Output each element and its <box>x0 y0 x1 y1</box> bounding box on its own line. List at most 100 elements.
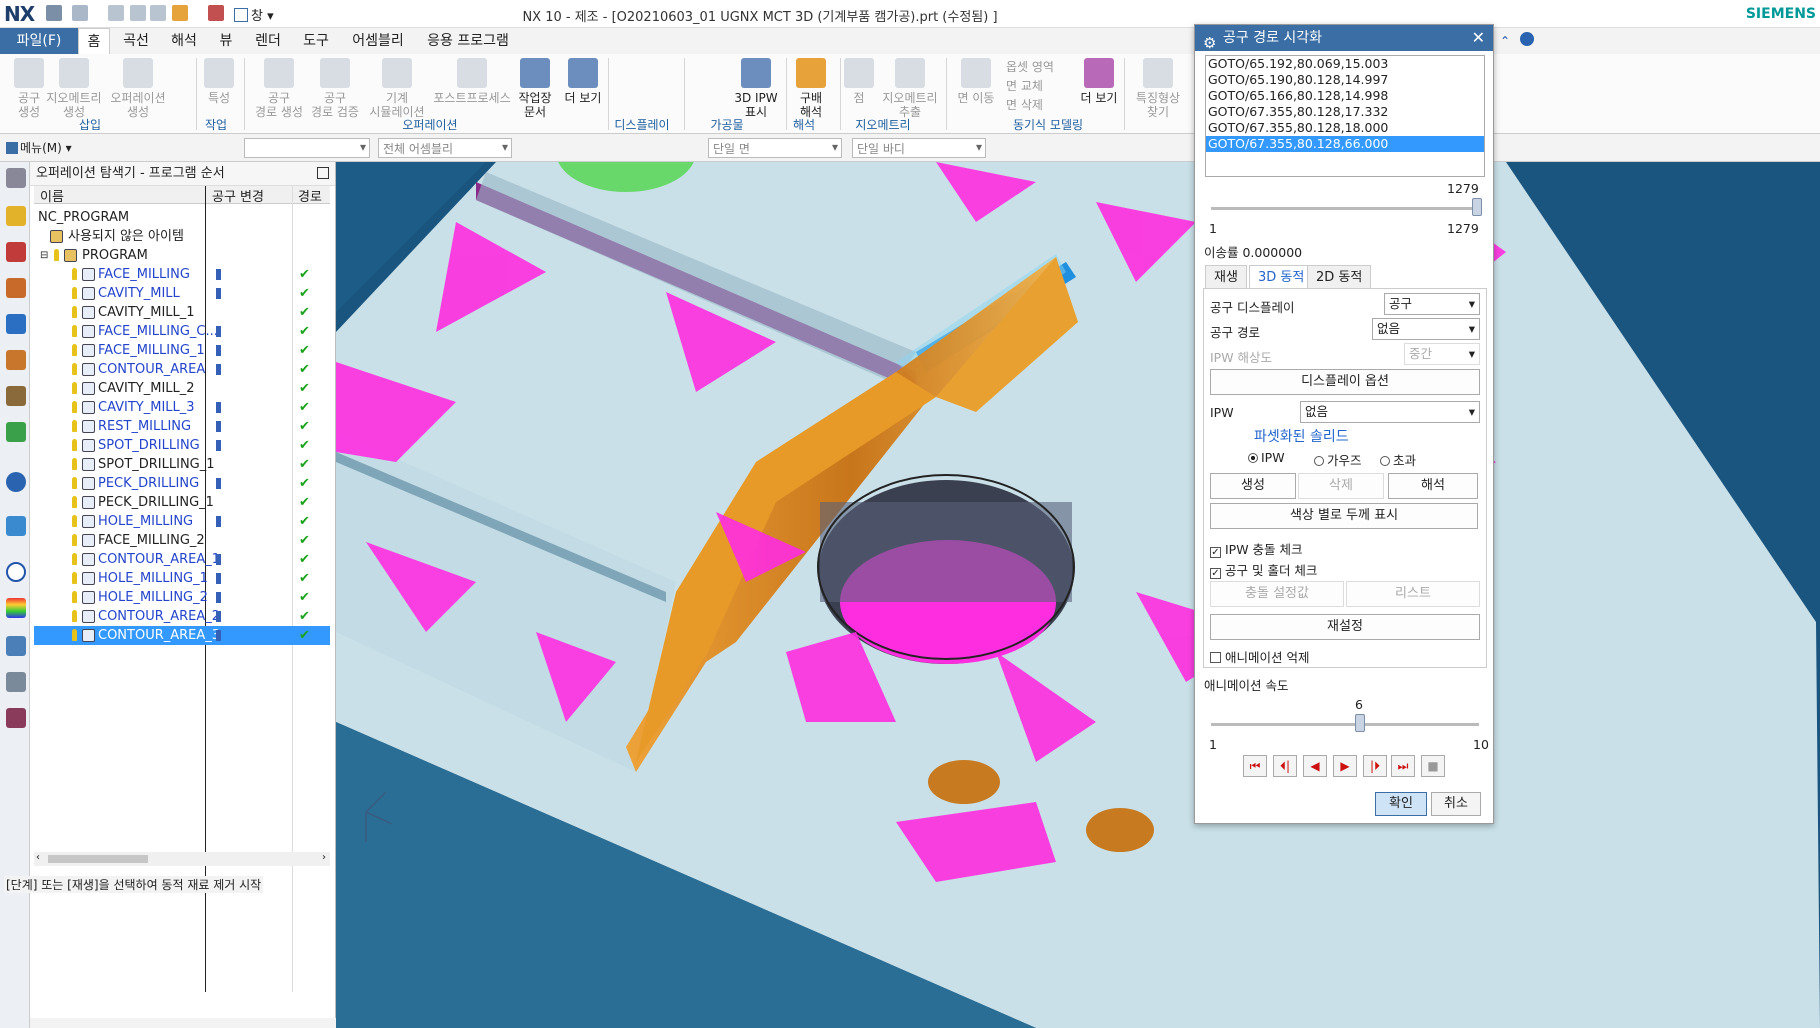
more-button-2[interactable]: 더 보기 <box>1076 58 1122 105</box>
operation-row[interactable]: FACE_MILLING_1 ✔ <box>34 341 330 360</box>
speed-slider-track[interactable] <box>1211 723 1479 726</box>
radio-ipw[interactable]: IPW <box>1248 450 1285 465</box>
find-features-button[interactable]: 특징형상 찾기 <box>1128 58 1188 119</box>
speed-slider-thumb[interactable] <box>1354 714 1365 732</box>
tool-holder-check[interactable]: ✓ 공구 및 홀더 체크 <box>1210 560 1317 579</box>
goto-list-item[interactable]: GOTO/65.166,80.128,14.998 <box>1206 88 1484 104</box>
tab-assembly[interactable]: 어셈블리 <box>346 28 410 54</box>
motion-slider-thumb[interactable] <box>1472 198 1482 216</box>
tab-analysis[interactable]: 해석 <box>164 28 204 54</box>
roles-icon[interactable] <box>6 708 26 728</box>
play-reverse-icon[interactable]: ◀ <box>1303 755 1327 777</box>
create-button[interactable]: 생성 <box>1210 473 1296 499</box>
tab-replay[interactable]: 재생 <box>1205 265 1247 289</box>
replace-face-button[interactable]: 면 교체 <box>1006 77 1054 96</box>
reuse-library-icon[interactable] <box>6 386 26 406</box>
draft-analysis-button[interactable]: 구배 해석 <box>786 58 836 119</box>
ribbon-collapse-icon[interactable]: ⌃ <box>1500 34 1510 48</box>
goto-list-item[interactable]: GOTO/67.355,80.128,66.000 <box>1206 136 1484 152</box>
operation-row[interactable]: HOLE_MILLING ✔ <box>34 512 330 531</box>
list-button[interactable]: 리스트 <box>1346 581 1480 607</box>
step-back-icon[interactable]: ⏴| <box>1273 755 1297 777</box>
settings-icon[interactable] <box>6 168 26 188</box>
tool-path-select[interactable]: 없음 <box>1372 318 1480 340</box>
collision-settings-button[interactable]: 충돌 설정값 <box>1210 581 1344 607</box>
extract-geometry-button[interactable]: 지오메트리 추출 <box>878 58 942 119</box>
delete-face-button[interactable]: 면 삭제 <box>1006 96 1054 115</box>
tab-2d-dynamic[interactable]: 2D 동적 <box>1307 265 1372 289</box>
create-operation-button[interactable]: 오퍼레이션 생성 <box>108 58 168 119</box>
operation-row[interactable]: CAVITY_MILL_1 ✔ <box>34 303 330 322</box>
operation-row[interactable]: CAVITY_MILL_2 ✔ <box>34 379 330 398</box>
radio-gouge[interactable]: 가우즈 <box>1314 450 1362 469</box>
goto-list-item[interactable]: GOTO/65.190,80.128,14.997 <box>1206 72 1484 88</box>
tab-view[interactable]: 뷰 <box>214 28 238 54</box>
operation-row[interactable]: FACE_MILLING ✔ <box>34 265 330 284</box>
process-studio-icon[interactable] <box>6 636 26 656</box>
operation-row[interactable]: CONTOUR_AREA_1 ✔ <box>34 550 330 569</box>
tab-curve[interactable]: 곡선 <box>118 28 154 54</box>
tool-display-select[interactable]: 공구 <box>1384 293 1480 315</box>
operation-row[interactable]: CONTOUR_AREA_2 ✔ <box>34 607 330 626</box>
help-icon[interactable] <box>1520 32 1534 46</box>
operation-row[interactable]: SPOT_DRILLING_1 ✔ <box>34 455 330 474</box>
manufacturing-wizard-icon[interactable] <box>6 672 26 692</box>
point-button[interactable]: 점 <box>834 58 884 105</box>
assembly-navigator-icon[interactable] <box>6 206 26 226</box>
tree-root[interactable]: NC_PROGRAM <box>34 208 330 227</box>
goto-list-item[interactable]: GOTO/67.355,80.128,17.332 <box>1206 104 1484 120</box>
goto-list-item[interactable]: GOTO/67.355,80.128,18.000 <box>1206 120 1484 136</box>
goto-list[interactable]: GOTO/65.192,80.069,15.003 GOTO/65.190,80.… <box>1205 55 1485 177</box>
clock-icon[interactable] <box>6 562 26 582</box>
tab-home[interactable]: 홈 <box>78 28 110 54</box>
more-button-1[interactable]: 더 보기 <box>560 58 606 105</box>
type-filter-combo[interactable] <box>244 138 370 158</box>
ipw-resolution-select[interactable]: 중간 <box>1404 343 1480 365</box>
operation-row[interactable]: CONTOUR_AREA ✔ <box>34 360 330 379</box>
horizontal-scrollbar[interactable]: ‹ › <box>34 852 330 866</box>
operation-row[interactable]: SPOT_DRILLING ✔ <box>34 436 330 455</box>
history-icon[interactable] <box>6 516 26 536</box>
column-tool-change[interactable]: 공구 변경 <box>212 186 264 205</box>
tree-unused-items[interactable]: 사용되지 않은 아이템 <box>34 227 330 246</box>
analyze-button[interactable]: 해석 <box>1388 473 1478 499</box>
part-navigator-icon[interactable] <box>6 278 26 298</box>
system-materials-icon[interactable] <box>6 598 26 618</box>
shop-doc-button[interactable]: 작업장 문서 <box>512 58 558 119</box>
ipw-select[interactable]: 없음 <box>1300 401 1480 423</box>
machine-tool-navigator-icon[interactable] <box>6 350 26 370</box>
tab-3d-dynamic[interactable]: 3D 동적 <box>1249 265 1314 289</box>
create-geometry-button[interactable]: 지오메트리 생성 <box>44 58 104 119</box>
operation-row[interactable]: CONTOUR_AREA_3 ✔ <box>34 626 330 645</box>
tab-applications[interactable]: 응용 프로그램 <box>420 28 516 54</box>
offset-region-button[interactable]: 옵셋 영역 <box>1006 58 1054 77</box>
scroll-left-icon[interactable]: ‹ <box>36 852 40 863</box>
operation-row[interactable]: HOLE_MILLING_1 ✔ <box>34 569 330 588</box>
tab-file[interactable]: 파일(F) <box>0 28 78 54</box>
column-path[interactable]: 경로 <box>298 186 322 205</box>
play-icon[interactable]: ▶ <box>1333 755 1357 777</box>
generate-toolpath-button[interactable]: 공구 경로 생성 <box>250 58 308 119</box>
assembly-filter-combo[interactable]: 전체 어셈블리 <box>378 138 512 158</box>
column-name[interactable]: 이름 <box>40 186 64 205</box>
web-browser-icon[interactable] <box>6 472 26 492</box>
operation-row[interactable]: HOLE_MILLING_2 ✔ <box>34 588 330 607</box>
scroll-thumb[interactable] <box>48 855 148 863</box>
close-icon[interactable]: ✕ <box>1472 25 1485 51</box>
gear-icon[interactable]: ⚙ <box>1203 30 1216 56</box>
reset-button[interactable]: 재설정 <box>1210 614 1480 640</box>
3d-ipw-button[interactable]: 3D IPW 표시 <box>730 58 782 119</box>
graphics-window[interactable] <box>336 162 1820 1028</box>
suppress-animation-check[interactable]: 애니메이션 억제 <box>1210 647 1309 666</box>
ipw-collision-check[interactable]: ✓ IPW 충돌 체크 <box>1210 539 1303 558</box>
go-to-start-icon[interactable]: ⏮ <box>1243 755 1267 777</box>
properties-button[interactable]: 특성 <box>194 58 244 105</box>
machine-simulation-button[interactable]: 기계 시뮬레이션 <box>362 58 432 119</box>
tree-program[interactable]: ⊟ PROGRAM <box>34 246 330 265</box>
maximize-icon[interactable] <box>317 167 329 179</box>
step-forward-icon[interactable]: |⏵ <box>1363 755 1387 777</box>
color-by-thickness-button[interactable]: 색상 별로 두께 표시 <box>1210 503 1478 529</box>
operation-navigator-icon[interactable] <box>6 314 26 334</box>
stop-icon[interactable]: ■ <box>1421 755 1445 777</box>
motion-slider-track[interactable] <box>1211 207 1477 210</box>
